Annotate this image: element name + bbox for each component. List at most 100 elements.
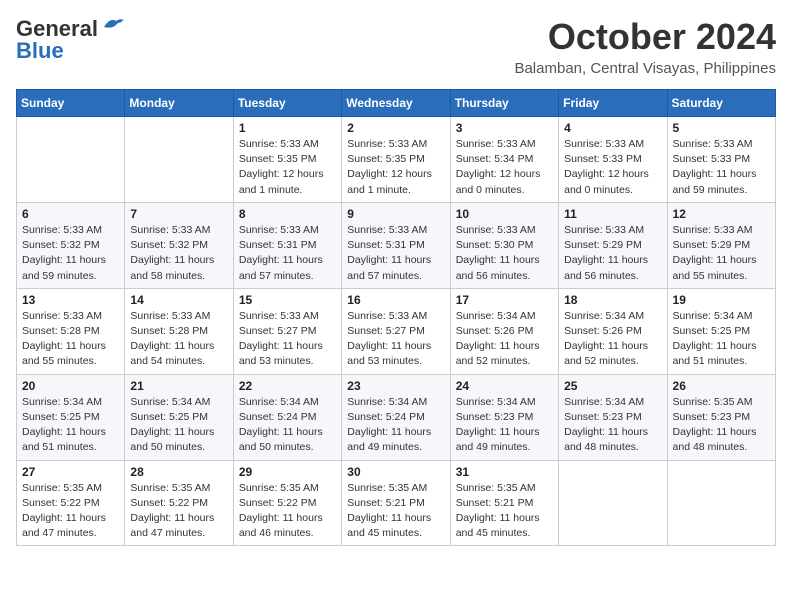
title-block: October 2024 Balamban, Central Visayas, … [514, 16, 776, 77]
week-row-3: 13 Sunrise: 5:33 AMSunset: 5:28 PMDayligh… [17, 288, 776, 374]
day-number: 29 [239, 465, 336, 479]
day-cell: 29Sunrise: 5:35 AMSunset: 5:22 PMDayligh… [233, 460, 341, 546]
week-row-1: 1Sunrise: 5:33 AMSunset: 5:35 PMDaylight… [17, 117, 776, 203]
day-number: 13 [22, 293, 119, 307]
day-number: 4 [564, 121, 661, 135]
day-number: 6 [22, 207, 119, 221]
col-header-friday: Friday [559, 90, 667, 117]
day-cell: 24 Sunrise: 5:34 AMSunset: 5:23 PMDayligh… [450, 374, 558, 460]
day-info: Sunrise: 5:33 AMSunset: 5:31 PMDaylight:… [239, 223, 336, 284]
day-info: Sunrise: 5:33 AMSunset: 5:28 PMDaylight:… [130, 309, 227, 370]
day-cell: 22 Sunrise: 5:34 AMSunset: 5:24 PMDayligh… [233, 374, 341, 460]
day-cell: 25Sunrise: 5:34 AMSunset: 5:23 PMDayligh… [559, 374, 667, 460]
day-info: Sunrise: 5:33 AMSunset: 5:27 PMDaylight:… [347, 309, 444, 370]
day-cell: 20Sunrise: 5:34 AMSunset: 5:25 PMDayligh… [17, 374, 125, 460]
col-header-wednesday: Wednesday [342, 90, 450, 117]
day-number: 19 [673, 293, 770, 307]
col-header-thursday: Thursday [450, 90, 558, 117]
day-number: 27 [22, 465, 119, 479]
day-number: 31 [456, 465, 553, 479]
day-cell: 3 Sunrise: 5:33 AMSunset: 5:34 PMDaylight… [450, 117, 558, 203]
day-cell: 5 Sunrise: 5:33 AMSunset: 5:33 PMDaylight… [667, 117, 775, 203]
logo-bird-icon [102, 17, 124, 35]
day-cell: 26 Sunrise: 5:35 AMSunset: 5:23 PMDayligh… [667, 374, 775, 460]
day-info: Sunrise: 5:34 AMSunset: 5:25 PMDaylight:… [22, 395, 119, 456]
day-info: Sunrise: 5:34 AMSunset: 5:23 PMDaylight:… [564, 395, 661, 456]
day-info: Sunrise: 5:33 AMSunset: 5:29 PMDaylight:… [564, 223, 661, 284]
day-info: Sunrise: 5:34 AMSunset: 5:25 PMDaylight:… [130, 395, 227, 456]
day-cell: 16 Sunrise: 5:33 AMSunset: 5:27 PMDayligh… [342, 288, 450, 374]
day-info: Sunrise: 5:33 AMSunset: 5:33 PMDaylight:… [673, 137, 770, 198]
day-number: 3 [456, 121, 553, 135]
day-info: Sunrise: 5:33 AMSunset: 5:34 PMDaylight:… [456, 137, 553, 198]
day-cell: 31 Sunrise: 5:35 AMSunset: 5:21 PMDayligh… [450, 460, 558, 546]
month-title: October 2024 [514, 16, 776, 58]
day-number: 17 [456, 293, 553, 307]
day-number: 5 [673, 121, 770, 135]
day-cell [125, 117, 233, 203]
day-info: Sunrise: 5:34 AMSunset: 5:26 PMDaylight:… [456, 309, 553, 370]
day-number: 11 [564, 207, 661, 221]
day-number: 2 [347, 121, 444, 135]
day-number: 30 [347, 465, 444, 479]
day-number: 15 [239, 293, 336, 307]
day-cell: 15 Sunrise: 5:33 AMSunset: 5:27 PMDayligh… [233, 288, 341, 374]
day-info: Sunrise: 5:35 AMSunset: 5:21 PMDaylight:… [456, 481, 553, 542]
week-row-4: 20Sunrise: 5:34 AMSunset: 5:25 PMDayligh… [17, 374, 776, 460]
logo-blue: Blue [16, 38, 64, 64]
logo: General Blue [16, 16, 124, 64]
day-info: Sunrise: 5:34 AMSunset: 5:24 PMDaylight:… [347, 395, 444, 456]
day-number: 18 [564, 293, 661, 307]
day-cell: 8 Sunrise: 5:33 AMSunset: 5:31 PMDaylight… [233, 202, 341, 288]
calendar-table: SundayMondayTuesdayWednesdayThursdayFrid… [16, 89, 776, 546]
day-cell: 9 Sunrise: 5:33 AMSunset: 5:31 PMDaylight… [342, 202, 450, 288]
day-info: Sunrise: 5:33 AMSunset: 5:35 PMDaylight:… [239, 137, 336, 198]
week-row-5: 27 Sunrise: 5:35 AMSunset: 5:22 PMDayligh… [17, 460, 776, 546]
day-info: Sunrise: 5:35 AMSunset: 5:21 PMDaylight:… [347, 481, 444, 542]
day-info: Sunrise: 5:33 AMSunset: 5:29 PMDaylight:… [673, 223, 770, 284]
day-cell: 11 Sunrise: 5:33 AMSunset: 5:29 PMDayligh… [559, 202, 667, 288]
day-info: Sunrise: 5:33 AMSunset: 5:28 PMDaylight:… [22, 309, 119, 370]
day-number: 9 [347, 207, 444, 221]
day-number: 8 [239, 207, 336, 221]
day-info: Sunrise: 5:34 AMSunset: 5:26 PMDaylight:… [564, 309, 661, 370]
col-header-sunday: Sunday [17, 90, 125, 117]
day-number: 7 [130, 207, 227, 221]
day-cell: 21 Sunrise: 5:34 AMSunset: 5:25 PMDayligh… [125, 374, 233, 460]
week-row-2: 6Sunrise: 5:33 AMSunset: 5:32 PMDaylight… [17, 202, 776, 288]
day-info: Sunrise: 5:35 AMSunset: 5:22 PMDaylight:… [22, 481, 119, 542]
day-cell: 7Sunrise: 5:33 AMSunset: 5:32 PMDaylight… [125, 202, 233, 288]
day-info: Sunrise: 5:35 AMSunset: 5:23 PMDaylight:… [673, 395, 770, 456]
day-number: 24 [456, 379, 553, 393]
day-cell: 2 Sunrise: 5:33 AMSunset: 5:35 PMDaylight… [342, 117, 450, 203]
day-cell: 4Sunrise: 5:33 AMSunset: 5:33 PMDaylight… [559, 117, 667, 203]
day-number: 16 [347, 293, 444, 307]
day-cell: 6Sunrise: 5:33 AMSunset: 5:32 PMDaylight… [17, 202, 125, 288]
day-number: 22 [239, 379, 336, 393]
col-header-saturday: Saturday [667, 90, 775, 117]
day-cell: 14 Sunrise: 5:33 AMSunset: 5:28 PMDayligh… [125, 288, 233, 374]
day-info: Sunrise: 5:33 AMSunset: 5:30 PMDaylight:… [456, 223, 553, 284]
day-cell: 30 Sunrise: 5:35 AMSunset: 5:21 PMDayligh… [342, 460, 450, 546]
day-cell: 17 Sunrise: 5:34 AMSunset: 5:26 PMDayligh… [450, 288, 558, 374]
day-info: Sunrise: 5:35 AMSunset: 5:22 PMDaylight:… [130, 481, 227, 542]
day-number: 21 [130, 379, 227, 393]
day-cell: 18 Sunrise: 5:34 AMSunset: 5:26 PMDayligh… [559, 288, 667, 374]
day-info: Sunrise: 5:34 AMSunset: 5:23 PMDaylight:… [456, 395, 553, 456]
day-info: Sunrise: 5:34 AMSunset: 5:25 PMDaylight:… [673, 309, 770, 370]
day-info: Sunrise: 5:33 AMSunset: 5:35 PMDaylight:… [347, 137, 444, 198]
col-header-monday: Monday [125, 90, 233, 117]
day-cell [667, 460, 775, 546]
day-info: Sunrise: 5:33 AMSunset: 5:27 PMDaylight:… [239, 309, 336, 370]
day-info: Sunrise: 5:33 AMSunset: 5:31 PMDaylight:… [347, 223, 444, 284]
day-number: 10 [456, 207, 553, 221]
day-number: 14 [130, 293, 227, 307]
location: Balamban, Central Visayas, Philippines [514, 60, 776, 77]
day-cell: 19 Sunrise: 5:34 AMSunset: 5:25 PMDayligh… [667, 288, 775, 374]
day-number: 12 [673, 207, 770, 221]
day-info: Sunrise: 5:34 AMSunset: 5:24 PMDaylight:… [239, 395, 336, 456]
day-number: 26 [673, 379, 770, 393]
page-header: General Blue October 2024 Balamban, Cent… [16, 16, 776, 77]
day-cell [17, 117, 125, 203]
col-header-tuesday: Tuesday [233, 90, 341, 117]
